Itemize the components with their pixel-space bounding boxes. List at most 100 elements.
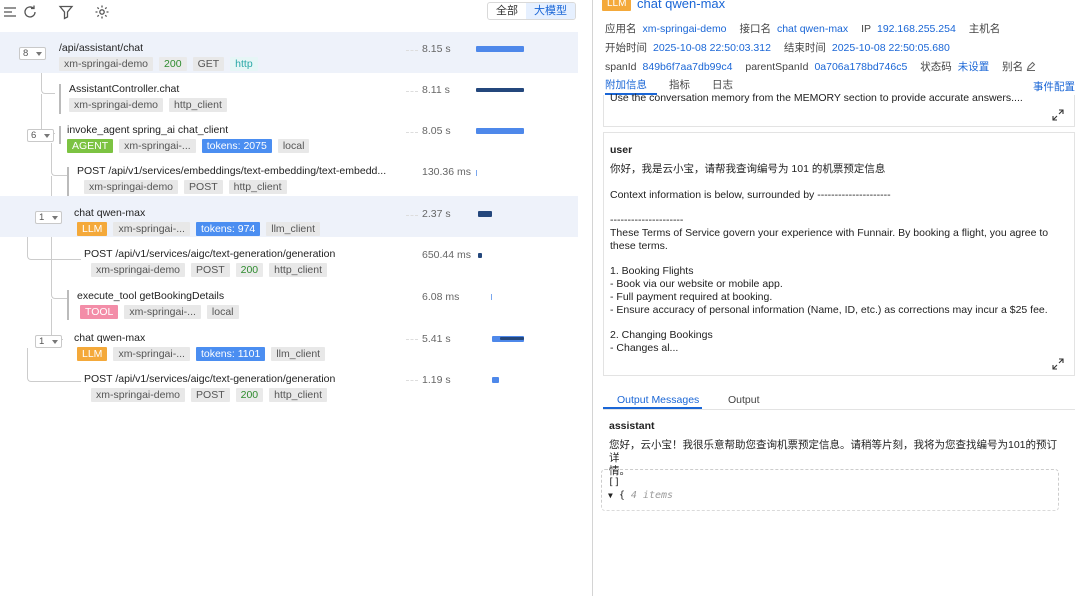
span-node: invoke_agent spring_ai chat_client AGENT… [67, 124, 310, 153]
dash-line [406, 380, 418, 381]
span-row[interactable]: execute_tool getBookingDetails TOOL xm-s… [0, 278, 578, 319]
user-role-label: user [610, 144, 633, 156]
status-label: 状态码 [920, 61, 952, 73]
app-label: 应用名 [605, 23, 637, 35]
llm-tag: LLM [77, 222, 108, 236]
span-duration: 650.44 ms [422, 249, 472, 261]
status-tag: 200 [235, 263, 264, 277]
bottom-fade [593, 500, 1080, 596]
event-config-link[interactable]: 事件配置 [1033, 79, 1075, 94]
span-title: AssistantController.chat [69, 83, 180, 95]
detail-title: chat qwen-max [637, 0, 726, 11]
span-row[interactable]: 8 /api/assistant/chat xm-springai-demo 2… [0, 32, 578, 73]
span-node: chat qwen-max LLM xm-springai-... tokens… [74, 332, 326, 361]
ip-value[interactable]: 192.168.255.254 [877, 23, 956, 35]
duration-bar [492, 377, 499, 383]
end-label: 结束时间 [783, 42, 826, 54]
llm-tag: LLM [77, 347, 108, 361]
user-message-panel: user 你好，我是云小宝，请帮我查询编号为 101 的机票预定信息 Conte… [603, 132, 1075, 376]
service-tag: xm-springai-demo [69, 98, 164, 112]
tab-output-messages[interactable]: Output Messages [617, 394, 699, 406]
span-row[interactable]: 6 invoke_agent spring_ai chat_client AGE… [0, 114, 578, 155]
llm-badge: LLM [602, 0, 632, 11]
tab-output[interactable]: Output [728, 394, 760, 406]
span-node: POST /api/v1/services/aigc/text-generati… [84, 373, 335, 402]
dash-line [406, 132, 418, 133]
span-title: POST /api/v1/services/aigc/text-generati… [84, 373, 336, 385]
settings-gear-icon[interactable] [94, 4, 110, 20]
collapse-icon[interactable] [2, 4, 18, 20]
span-title: chat qwen-max [74, 332, 146, 344]
span-node: execute_tool getBookingDetails TOOL xm-s… [77, 290, 239, 319]
user-message-text: 你好，我是云小宝，请帮我查询编号为 101 的机票预定信息 Context in… [610, 163, 1049, 355]
end-value: 2025-10-08 22:50:05.680 [831, 42, 950, 54]
meta-row: 应用名 xm-springai-demo 接口名 chat qwen-max IP 1… [605, 23, 1000, 36]
span-duration: 8.05 s [422, 125, 451, 137]
alias-label: 别名 [1002, 61, 1024, 73]
duration-bar [476, 128, 524, 134]
dash-line [406, 50, 418, 51]
span-title: POST /api/v1/services/embeddings/text-em… [77, 165, 387, 177]
output-tabs: Output Messages Output [603, 392, 1075, 410]
view-llm-option[interactable]: 大模型 [526, 3, 575, 19]
view-mode-toggle[interactable]: 全部 大模型 [487, 2, 576, 20]
duration-bar [476, 170, 477, 176]
meta-row: 开始时间 2025-10-08 22:50:03.312 结束时间 2025-10-… [605, 42, 960, 55]
span-row[interactable]: 1 chat qwen-max LLM xm-springai-... toke… [0, 196, 578, 237]
service-tag: xm-springai-... [113, 347, 190, 361]
service-tag: xm-springai-demo [91, 388, 186, 402]
parent-value[interactable]: 0a706a178bd746c5 [814, 61, 907, 73]
iface-value[interactable]: chat qwen-max [777, 23, 848, 35]
kind-tag: local [277, 139, 310, 153]
json-root: [] [608, 477, 621, 488]
span-title: POST /api/v1/services/aigc/text-generati… [84, 248, 336, 260]
filter-icon[interactable] [58, 4, 74, 20]
status-tag: 200 [159, 57, 187, 71]
span-title: /api/assistant/chat [59, 42, 144, 54]
expand-icon[interactable] [1052, 358, 1064, 370]
span-duration: 2.37 s [422, 208, 451, 220]
span-row[interactable]: POST /api/v1/services/aigc/text-generati… [0, 237, 578, 278]
tool-tag: TOOL [80, 305, 119, 319]
span-title: execute_tool getBookingDetails [77, 290, 225, 302]
service-tag: xm-springai-... [124, 305, 201, 319]
service-tag: xm-springai-... [119, 139, 196, 153]
edit-pencil-icon[interactable] [1026, 61, 1036, 71]
expand-icon[interactable] [1052, 109, 1064, 121]
tokens-tag: tokens: 2075 [201, 139, 272, 153]
caret-down-icon[interactable]: ▼ [608, 491, 613, 500]
start-value: 2025-10-08 22:50:03.312 [653, 42, 771, 54]
assistant-role-label: assistant [609, 420, 655, 432]
span-node: chat qwen-max LLM xm-springai-... tokens… [74, 207, 321, 236]
service-tag: xm-springai-demo [59, 57, 154, 71]
collapse-toggle[interactable]: 8 [19, 47, 46, 60]
span-title: invoke_agent spring_ai chat_client [67, 124, 229, 136]
view-all-option[interactable]: 全部 [488, 3, 526, 19]
meta-row: spanId 849b6f7aa7db99c4 parentSpanId 0a706… [605, 61, 1036, 74]
span-row[interactable]: POST /api/v1/services/aigc/text-generati… [0, 360, 578, 402]
system-message-panel: Use the conversation memory from the MEM… [603, 92, 1075, 127]
collapse-toggle[interactable]: 1 [35, 335, 62, 348]
duration-bar [491, 294, 492, 300]
method-tag: POST [191, 263, 230, 277]
span-row[interactable]: 1 chat qwen-max LLM xm-springai-... toke… [0, 319, 578, 361]
kind-tag: http_client [169, 98, 227, 112]
service-tag: xm-springai-... [113, 222, 190, 236]
duration-bar [476, 88, 524, 92]
refresh-icon[interactable] [22, 4, 38, 20]
iface-label: 接口名 [739, 23, 771, 35]
collapse-toggle[interactable]: 1 [35, 211, 62, 224]
spanid-label: spanId [605, 61, 637, 73]
span-title: chat qwen-max [74, 207, 146, 219]
app-value[interactable]: xm-springai-demo [643, 23, 727, 35]
kind-tag: http_client [228, 180, 287, 194]
span-duration: 6.08 ms [422, 291, 460, 303]
span-row[interactable]: AssistantController.chat xm-springai-dem… [0, 73, 578, 114]
span-duration: 8.11 s [422, 84, 450, 96]
span-row[interactable]: POST /api/v1/services/embeddings/text-em… [0, 155, 578, 196]
span-duration: 1.19 s [422, 374, 451, 386]
spanid-value[interactable]: 849b6f7aa7db99c4 [643, 61, 733, 73]
dash-line [406, 215, 418, 216]
collapse-toggle[interactable]: 6 [27, 129, 54, 142]
kind-tag: http_client [269, 263, 328, 277]
